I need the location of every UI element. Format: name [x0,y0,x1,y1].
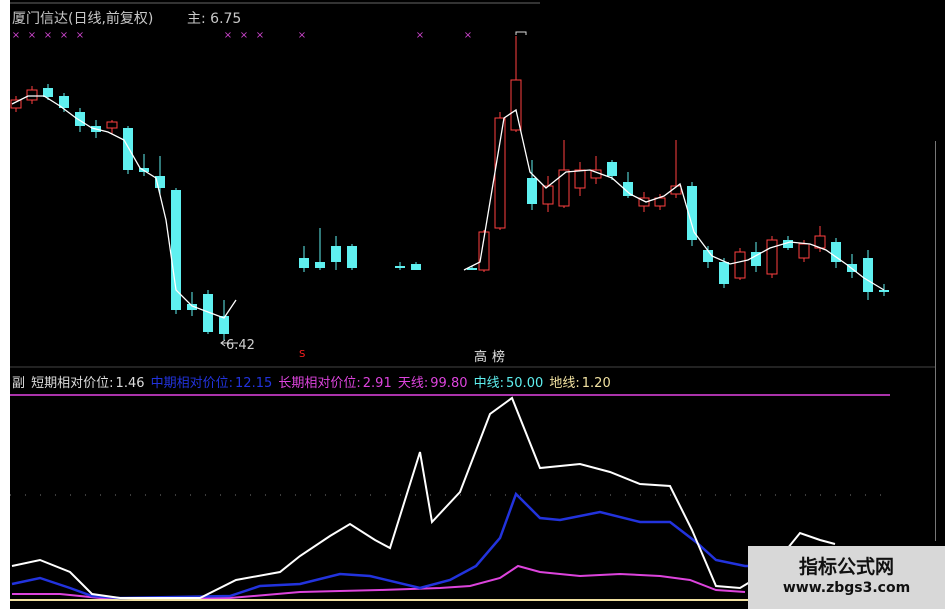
x-marker-row: × × × × × × × × × × × [12,30,472,41]
candle-body [798,243,810,259]
candle-body [171,190,181,310]
candle-body [331,246,341,262]
candle-body [607,162,617,176]
candle-body [315,262,325,268]
candle-body [347,246,357,268]
short-term-line [11,396,836,599]
long-label: 长期相对价位: [278,376,361,391]
candle-body [879,290,889,292]
x-marker: × [76,30,84,41]
candle-body [26,89,38,101]
sub-indicator-bar: 副 短期相对价位: 1.46 中期相对价位: 12.15 长期相对价位: 2.91 天… [12,372,613,391]
long-term-line [12,564,746,599]
candle-body [123,128,133,170]
sky-value: 99.80 [430,376,468,391]
signal-gao: 高 [474,350,488,365]
right-scale-box [935,141,945,541]
low-price-label: 6.42 [226,338,255,353]
candle-body [219,316,229,334]
candle-body [299,258,309,268]
signal-s: S [299,349,306,360]
x-marker: × [28,30,36,41]
mid-value: 12.15 [235,376,273,391]
mid-term-line [11,491,748,600]
x-marker: × [12,30,20,41]
main-chart-canvas[interactable]: × × × × × × × × × × × [0,0,945,609]
candle-body [734,251,746,279]
candle-body [863,258,873,292]
candle-body [494,117,506,229]
watermark: 指标公式网 www.zbgs3.com [748,546,945,609]
candle-body [558,169,570,207]
x-marker: × [256,30,264,41]
long-value: 2.91 [362,376,392,391]
ground-label: 地线: [549,376,580,391]
candle-body [106,121,118,129]
candle-body [542,185,554,205]
mid-label: 中期相对价位: [150,376,234,391]
candle-body [411,264,421,270]
watermark-title: 指标公式网 [798,556,894,578]
x-marker: × [464,30,472,41]
high-marker [515,31,527,35]
candle-body [510,79,522,131]
candle-body [766,239,778,275]
main-indicator-value: : 6.75 [201,11,242,27]
signal-bang: 榜 [492,350,506,365]
main-indicator-label: 主 [187,11,201,27]
main-indicator: 主: 6.75 [187,8,241,28]
sub-label: 副 [12,376,26,391]
watermark-url: www.zbgs3.com [782,580,911,596]
chart-title: 厦门信达(日线,前复权) [12,11,154,27]
center-label: 中线: [473,376,505,391]
candle-body [527,178,537,204]
x-marker: × [416,30,424,41]
short-label: 短期相对价位: [31,376,114,391]
sky-label: 天线: [397,376,429,391]
ground-value: 1.20 [581,376,611,391]
candle-body [395,266,405,268]
x-marker: × [298,30,306,41]
candle-body [719,262,729,284]
candle-body [574,169,586,189]
candlestick-series [10,36,889,340]
short-value: 1.46 [115,376,145,391]
center-value: 50.00 [506,376,544,391]
x-marker: × [224,30,232,41]
x-marker: × [240,30,248,41]
x-marker: × [44,30,52,41]
x-marker: × [60,30,68,41]
candle-body [654,197,666,207]
